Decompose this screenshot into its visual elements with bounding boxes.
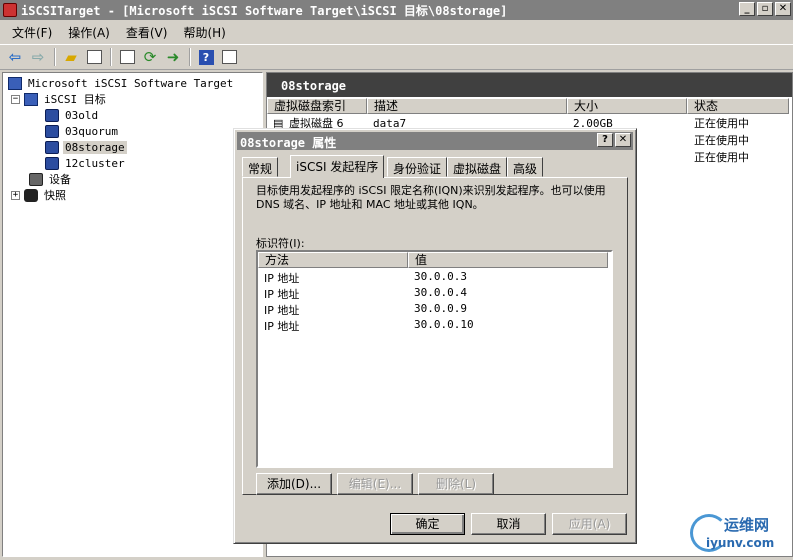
forward-arrow-icon[interactable]: ⇨ [27,46,49,68]
watermark-url: iyunv.com [706,536,775,550]
identifier-row[interactable]: IP 地址 30.0.0.4 [258,286,608,302]
watermark-text: 运维网 [724,516,770,534]
identifier-value: 30.0.0.4 [414,286,467,299]
expand-expander[interactable]: + [11,190,20,200]
menu-bar: 文件(F) 操作(A) 查看(V) 帮助(H) [0,21,793,43]
close-button[interactable]: ✕ [775,2,791,16]
apply-button[interactable]: 应用(A) [552,513,627,535]
target-icon [45,108,59,122]
identifiers-list[interactable]: 方法 值 IP 地址 30.0.0.3 IP 地址 30.0.0.4 IP 地址… [256,250,613,468]
target-icon [45,140,59,154]
tab-advanced[interactable]: 高级 [507,157,544,177]
export-list-icon[interactable]: ➜ [162,46,184,68]
tree-item-target[interactable]: 12cluster [45,155,127,171]
tree-item-label: 08storage [63,140,127,154]
toolbar-separator [110,48,112,66]
identifier-row[interactable]: IP 地址 30.0.0.3 [258,270,608,286]
pane-header: 08storage [267,73,792,97]
target-icon [45,156,59,170]
identifier-row[interactable]: IP 地址 30.0.0.9 [258,302,608,318]
ok-button[interactable]: 确定 [390,513,465,535]
iscsi-targets-icon [24,92,38,106]
identifier-method: IP 地址 [264,304,300,317]
identifiers-label: 标识符(I): [256,237,305,250]
minimize-button[interactable]: _ [739,2,755,16]
toolbar: ⇦ ⇨ ▰ ⟳ ➜ ? [0,44,793,70]
tree-item-label: iSCSI 目标 [44,93,106,106]
computer-icon [8,76,22,90]
tree-item-devices[interactable]: 设备 [29,171,73,187]
tree-item-label: 03quorum [65,124,118,138]
tree-root-label: Microsoft iSCSI Software Target [28,76,234,90]
toolbar-separator [54,48,56,66]
tree-item-target-selected[interactable]: 08storage [45,139,127,155]
tree-item-target[interactable]: 03quorum [45,123,120,139]
column-header-index[interactable]: 虚拟磁盘索引 [267,98,367,114]
properties-dialog: 08storage 属性 ? ✕ 常规 iSCSI 发起程序 身份验证 虚拟磁盘… [233,128,637,544]
menu-file[interactable]: 文件(F) [4,24,60,41]
toolbar-separator [189,48,191,66]
cell-status: 正在使用中 [694,134,749,147]
column-header-value[interactable]: 值 [408,252,608,268]
column-header-method[interactable]: 方法 [258,252,408,268]
tree-item-snapshots[interactable]: + 快照 [11,187,68,203]
help-icon[interactable]: ? [195,46,217,68]
tree-root[interactable]: Microsoft iSCSI Software Target [8,75,235,91]
window-title: iSCSITarget - [Microsoft iSCSI Software … [21,3,508,18]
column-header-status[interactable]: 状态 [687,98,789,114]
title-bar[interactable]: iSCSITarget - [Microsoft iSCSI Software … [0,0,793,20]
tab-general[interactable]: 常规 [242,157,279,177]
dialog-title: 08storage 属性 [240,136,337,150]
tree-item-label: 设备 [49,173,71,186]
dialog-help-button[interactable]: ? [597,133,613,147]
initiator-description: 目标使用发起程序的 iSCSI 限定名称(IQN)来识别发起程序。也可以使用 D… [256,184,606,211]
iscsi-app-icon [3,3,17,17]
show-hide-tree-icon[interactable] [83,46,105,68]
menu-action[interactable]: 操作(A) [60,24,118,41]
cell-status: 正在使用中 [694,151,749,164]
dialog-close-button[interactable]: ✕ [615,133,631,147]
refresh-icon[interactable]: ⟳ [139,46,161,68]
devices-icon [29,172,43,186]
identifier-value: 30.0.0.3 [414,270,467,283]
cancel-button[interactable]: 取消 [471,513,546,535]
tab-authentication[interactable]: 身份验证 [387,157,448,177]
delete-button[interactable]: 删除(L) [418,473,494,495]
up-folder-icon[interactable]: ▰ [60,46,82,68]
console-icon[interactable] [218,46,240,68]
collapse-expander[interactable]: − [11,94,20,104]
mmc-window: iSCSITarget - [Microsoft iSCSI Software … [0,0,793,560]
add-button[interactable]: 添加(D)... [256,473,332,495]
back-arrow-icon[interactable]: ⇦ [4,46,26,68]
list-header: 虚拟磁盘索引 描述 大小 状态 [267,98,793,114]
menu-help[interactable]: 帮助(H) [175,24,233,41]
identifier-row[interactable]: IP 地址 30.0.0.10 [258,318,608,334]
target-icon [45,124,59,138]
tree-item-label: 快照 [44,189,66,202]
column-header-size[interactable]: 大小 [567,98,687,114]
menu-view[interactable]: 查看(V) [118,24,176,41]
identifier-method: IP 地址 [264,320,300,333]
identifier-value: 30.0.0.10 [414,318,474,331]
console-tree: Microsoft iSCSI Software Target − iSCSI … [2,72,263,557]
properties-icon[interactable] [116,46,138,68]
column-header-desc[interactable]: 描述 [367,98,567,114]
tree-item-target[interactable]: 03old [45,107,100,123]
camera-icon [24,188,38,202]
tab-iscsi-initiators[interactable]: iSCSI 发起程序 [290,155,385,178]
tab-virtual-disks[interactable]: 虚拟磁盘 [447,157,508,177]
identifiers-list-header: 方法 值 [258,252,608,268]
dialog-title-bar[interactable]: 08storage 属性 ? ✕ [237,132,633,150]
identifier-method: IP 地址 [264,272,300,285]
watermark-logo: 运维网 iyunv.com [684,508,792,556]
tree-item-label: 03old [65,108,99,122]
edit-button[interactable]: 编辑(E)... [337,473,413,495]
cell-status: 正在使用中 [694,117,749,130]
tree-item-label: 12cluster [65,156,125,170]
tree-item-iscsi-targets[interactable]: − iSCSI 目标 [11,91,108,107]
identifier-method: IP 地址 [264,288,300,301]
identifier-value: 30.0.0.9 [414,302,467,315]
restore-button[interactable]: ▫ [757,2,773,16]
